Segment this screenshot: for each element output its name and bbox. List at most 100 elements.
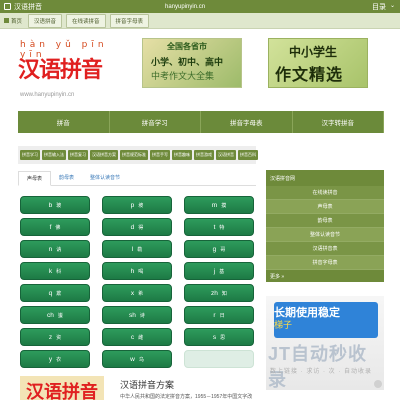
letter-sound: 知 — [221, 290, 227, 297]
letter-button[interactable]: n讷 — [20, 240, 90, 258]
letter-button[interactable]: ch 蚩 — [20, 306, 90, 324]
main-nav-learning[interactable]: 拼音学习 — [109, 111, 201, 133]
sidebar-item-pinyin-table[interactable]: 汉语拼音表 — [266, 242, 384, 256]
letter-button[interactable]: s思 — [184, 328, 254, 346]
tag-link[interactable]: 拼音输入法 — [42, 150, 66, 160]
letter-button[interactable]: d得 — [102, 218, 172, 236]
sidebar-item-read-pinyin[interactable]: 在线读拼音 — [266, 186, 384, 200]
chevron-down-icon[interactable]: ⌄ — [390, 2, 395, 9]
letter-sound: 哥 — [220, 246, 226, 253]
banner-student-essays[interactable]: 中小学生 作文精选 — [268, 38, 368, 88]
tag-link[interactable]: 拼音游戏 — [194, 150, 214, 160]
article-thumbnail[interactable]: 汉语拼音 — [20, 376, 104, 400]
empty-cell — [184, 350, 254, 368]
main-nav-alphabet[interactable]: 拼音字母表 — [201, 111, 293, 133]
subnav-item-read-pinyin[interactable]: 在线读拼音 — [66, 13, 106, 28]
ad-brand: JT自动秒收录 — [268, 344, 368, 390]
advertisement[interactable]: 长期使用稳定 梯子 JT自动秒收录 数上链接 · 求访 · 次 · 自动收录 — [266, 296, 384, 390]
tag-link[interactable]: 拼音趣味 — [172, 150, 192, 160]
article-title[interactable]: 汉语拼音方案 — [120, 378, 174, 391]
tag-link[interactable]: 拼音学习 — [20, 150, 40, 160]
letter-sound: 诗 — [139, 312, 145, 319]
banner-line-2: 小学、初中、高中 — [151, 57, 224, 67]
letter-sound: 摸 — [221, 202, 227, 209]
letter: s — [212, 333, 217, 341]
letter: l — [131, 245, 134, 253]
tag-link[interactable]: 拼音复习 — [68, 150, 88, 160]
menu-button[interactable]: 目录 — [372, 2, 386, 12]
letter-sound: 希 — [138, 290, 144, 297]
sidebar-item-alphabet[interactable]: 拼音字母表 — [266, 256, 384, 270]
letter-button[interactable]: j基 — [184, 262, 254, 280]
letter-button[interactable]: g哥 — [184, 240, 254, 258]
tab-whole-syllables[interactable]: 整体认读音节 — [82, 174, 128, 185]
subnav-item-alphabet[interactable]: 拼音字母表 — [109, 13, 150, 28]
tag-link[interactable]: 汉语拼音方案 — [90, 150, 118, 160]
tag-link[interactable]: 拼音手写 — [150, 150, 170, 160]
letter-button[interactable]: z资 — [20, 328, 90, 346]
letter-sound: 雌 — [138, 334, 144, 341]
tag-link[interactable]: 拼音规范标准 — [120, 150, 148, 160]
letter-button[interactable]: sh 诗 — [102, 306, 172, 324]
letter-sound: 欺 — [56, 290, 62, 297]
ad-slogan: 数上链接 · 求访 · 次 · 自动收录 — [270, 369, 372, 375]
letter-button[interactable]: m摸 — [184, 196, 254, 214]
tab-finals[interactable]: 韵母表 — [51, 174, 82, 185]
letter-button[interactable]: c雌 — [102, 328, 172, 346]
subnav-item-pinyin[interactable]: 汉语拼音 — [28, 13, 63, 28]
letter: f — [49, 223, 52, 231]
banner-line-1: 中小学生 — [289, 45, 338, 59]
letter-button[interactable]: x希 — [102, 284, 172, 302]
letter-sound: 乌 — [138, 356, 144, 363]
breadcrumb-home-label: 首页 — [11, 18, 23, 25]
tag-strip: 拼音学习 拼音输入法 拼音复习 汉语拼音方案 拼音规范标准 拼音手写 拼音趣味 … — [18, 146, 258, 164]
main-nav-converter[interactable]: 汉字转拼音 — [292, 111, 384, 133]
ad-close-icon[interactable] — [374, 380, 382, 388]
letter-button[interactable]: f佛 — [20, 218, 90, 236]
home-icon[interactable] — [4, 3, 11, 10]
letter-sound: 日 — [219, 312, 225, 319]
letter: h — [130, 267, 135, 275]
tab-initials[interactable]: 声母表 — [18, 171, 52, 186]
letter-button[interactable]: w乌 — [102, 350, 172, 368]
main-nav-pinyin[interactable]: 拼音 — [18, 111, 110, 133]
letter-button[interactable]: r日 — [184, 306, 254, 324]
letter: j — [213, 267, 216, 275]
letter-button[interactable]: q欺 — [20, 284, 90, 302]
tag-link[interactable]: 汉语拼音 — [216, 150, 236, 160]
sidebar-item-initials[interactable]: 声母表 — [266, 200, 384, 214]
letter-button[interactable]: t特 — [184, 218, 254, 236]
letter-button[interactable]: zh 知 — [184, 284, 254, 302]
tag-link[interactable]: 拼音百科 — [238, 150, 258, 160]
main-nav: 拼音 拼音学习 拼音字母表 汉字转拼音 — [18, 111, 384, 133]
banner-composition-collection[interactable]: 全国各省市 小学、初中、高中 中考作文大全集 — [142, 38, 242, 88]
sidebar-more-link[interactable]: 更多 » — [266, 270, 384, 282]
letter: r — [213, 311, 216, 319]
letter-sound: 蚩 — [57, 312, 63, 319]
letter-button[interactable]: p坡 — [102, 196, 172, 214]
letter-button[interactable]: y衣 — [20, 350, 90, 368]
letter: zh — [211, 289, 218, 297]
letter-sound: 科 — [56, 268, 62, 275]
letter: k — [48, 267, 53, 275]
letter: sh — [129, 311, 136, 319]
logo-hanzi: 汉语拼音 — [18, 58, 103, 83]
letter-button[interactable]: b玻 — [20, 196, 90, 214]
letter-button[interactable]: l勒 — [102, 240, 172, 258]
site-logo[interactable]: hàn yǔ pīn yīn 汉语拼音 www.hanyupinyin.cn — [18, 38, 118, 108]
breadcrumb-home[interactable]: 首页 — [4, 17, 22, 25]
letter-sound: 得 — [138, 224, 144, 231]
letter-button[interactable]: k科 — [20, 262, 90, 280]
letter-button[interactable]: h喝 — [102, 262, 172, 280]
sidebar-item-whole-syllables[interactable]: 整体认读音节 — [266, 228, 384, 242]
letter-sound: 玻 — [56, 202, 62, 209]
letter-sound: 勒 — [137, 246, 143, 253]
sidebar-item-pinyin-site[interactable]: 汉语拼音网 — [266, 170, 384, 186]
letter: ch — [47, 311, 54, 319]
sidebar: 汉语拼音网 在线读拼音 声母表 韵母表 整体认读音节 汉语拼音表 拼音字母表 更… — [266, 170, 384, 282]
site-name[interactable]: 汉语拼音 — [14, 2, 42, 12]
letter-sound: 喝 — [138, 268, 144, 275]
thumbnail-text: 汉语拼音 — [26, 382, 98, 400]
sidebar-item-finals[interactable]: 韵母表 — [266, 214, 384, 228]
letter-sound: 基 — [219, 268, 225, 275]
